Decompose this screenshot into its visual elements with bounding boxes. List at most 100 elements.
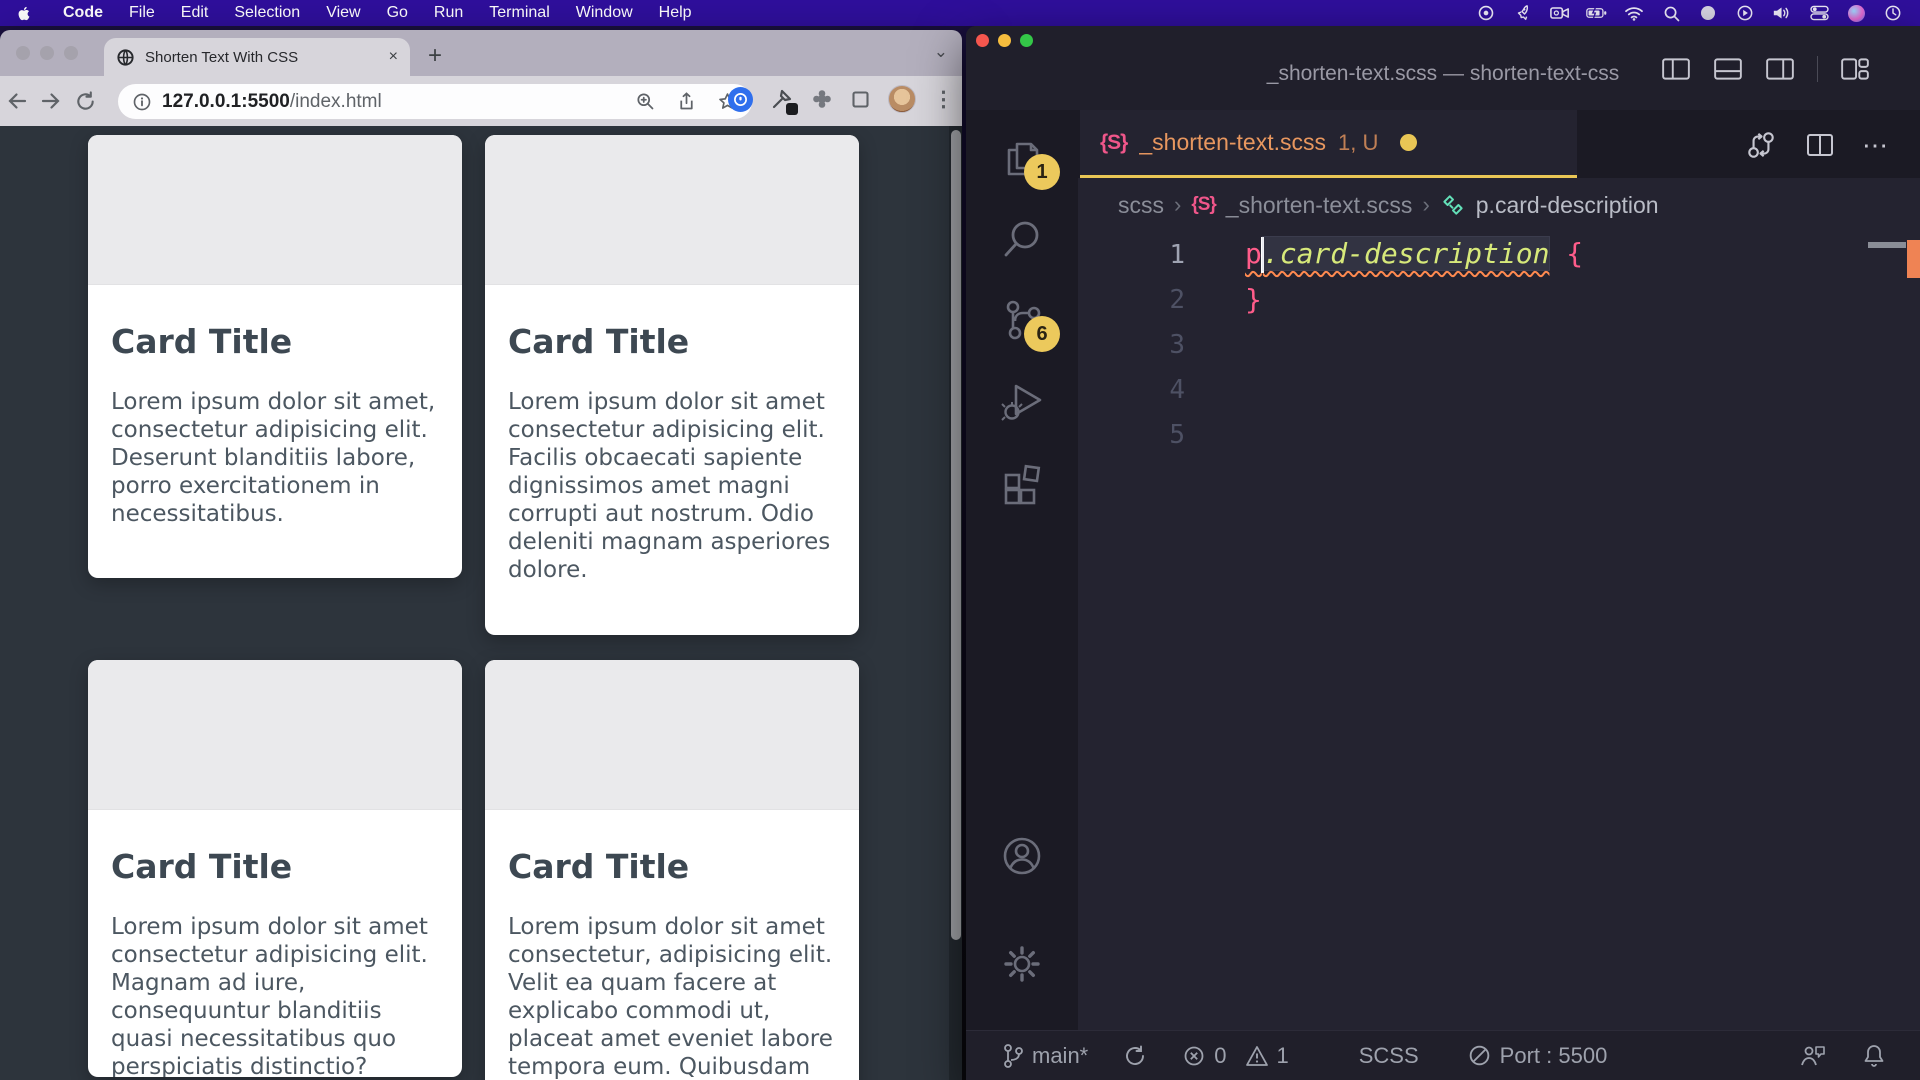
card: Card Title Lorem ipsum dolor sit amet co… bbox=[485, 660, 859, 1080]
scss-file-icon: {S} bbox=[1100, 131, 1127, 155]
bell-icon[interactable] bbox=[1862, 1043, 1886, 1069]
activity-explorer[interactable]: 1 bbox=[966, 134, 1078, 182]
window-traffic-lights-inactive[interactable] bbox=[16, 46, 78, 60]
tab-title: Shorten Text With CSS bbox=[145, 49, 379, 66]
code-line-5[interactable]: 5 bbox=[1078, 412, 1920, 457]
rocket-icon[interactable] bbox=[1512, 3, 1534, 23]
activity-extensions[interactable] bbox=[966, 458, 1078, 506]
share-icon[interactable] bbox=[676, 91, 697, 112]
square-tool-icon[interactable] bbox=[850, 89, 871, 110]
git-branch-item[interactable]: main* bbox=[1002, 1043, 1088, 1069]
screen-record-icon[interactable] bbox=[1549, 3, 1571, 23]
scrollbar-thumb[interactable] bbox=[951, 130, 961, 940]
browser-toolbar: 127.0.0.1:5500/index.html ⋮ bbox=[0, 76, 962, 126]
feedback-icon[interactable] bbox=[1798, 1043, 1826, 1069]
activity-settings[interactable] bbox=[966, 940, 1078, 988]
menu-go[interactable]: Go bbox=[374, 4, 421, 22]
live-server-port: Port : 5500 bbox=[1500, 1043, 1608, 1069]
menu-selection[interactable]: Selection bbox=[221, 4, 313, 22]
language-mode-item[interactable]: SCSS bbox=[1359, 1043, 1419, 1069]
problems-item[interactable]: 0 1 bbox=[1182, 1043, 1289, 1069]
code-line-2[interactable]: 2 } bbox=[1078, 277, 1920, 322]
url-text[interactable]: 127.0.0.1:5500/index.html bbox=[162, 91, 382, 113]
open-changes-icon[interactable] bbox=[1744, 128, 1778, 162]
siri-icon[interactable] bbox=[1845, 3, 1867, 23]
live-server-item[interactable]: Port : 5500 bbox=[1467, 1043, 1608, 1069]
overview-ruler-warning-marker bbox=[1907, 240, 1920, 278]
reload-icon[interactable] bbox=[68, 90, 102, 113]
menu-window[interactable]: Window bbox=[563, 4, 646, 22]
activity-run-debug[interactable] bbox=[966, 377, 1078, 425]
activity-source-control[interactable]: 6 bbox=[966, 296, 1078, 344]
extensions-icon bbox=[998, 458, 1046, 506]
puzzle-icon[interactable] bbox=[811, 88, 833, 110]
site-info-icon[interactable] bbox=[132, 92, 152, 112]
eyedropper-icon[interactable] bbox=[770, 87, 794, 111]
apple-menu-icon[interactable] bbox=[16, 4, 32, 23]
line-number: 1 bbox=[1078, 240, 1185, 270]
line-number: 5 bbox=[1078, 420, 1185, 450]
activity-account[interactable] bbox=[966, 832, 1078, 880]
battery-charging-icon[interactable] bbox=[1586, 3, 1608, 23]
url-bar[interactable]: 127.0.0.1:5500/index.html bbox=[118, 84, 752, 119]
wifi-icon[interactable] bbox=[1623, 3, 1645, 23]
extension-icons: ⋮ bbox=[728, 85, 954, 113]
card: Card Title Lorem ipsum dolor sit amet co… bbox=[88, 660, 462, 1077]
forward-icon[interactable] bbox=[34, 89, 68, 113]
menu-edit[interactable]: Edit bbox=[168, 4, 222, 22]
record-icon[interactable] bbox=[1475, 3, 1497, 23]
toggle-sidebar-icon[interactable] bbox=[1661, 56, 1691, 82]
control-center-icon[interactable] bbox=[1808, 3, 1830, 23]
toggle-secondary-sidebar-icon[interactable] bbox=[1765, 56, 1795, 82]
tab-close-icon[interactable]: × bbox=[389, 49, 398, 65]
close-window-button[interactable] bbox=[976, 34, 989, 47]
menu-terminal[interactable]: Terminal bbox=[476, 4, 562, 22]
zoom-icon[interactable] bbox=[635, 91, 656, 112]
zoom-window-button[interactable] bbox=[1020, 34, 1033, 47]
customize-layout-icon[interactable] bbox=[1840, 56, 1870, 82]
toggle-panel-icon[interactable] bbox=[1713, 56, 1743, 82]
account-icon bbox=[998, 832, 1046, 880]
spotlight-search-icon[interactable] bbox=[1660, 3, 1682, 23]
menu-run[interactable]: Run bbox=[421, 4, 476, 22]
source-control-badge: 6 bbox=[1024, 316, 1060, 352]
more-actions-icon[interactable]: ⋯ bbox=[1862, 130, 1890, 161]
code-line-4[interactable]: 4 bbox=[1078, 367, 1920, 412]
unsaved-changes-dot[interactable] bbox=[1400, 134, 1417, 151]
split-editor-icon[interactable] bbox=[1804, 129, 1836, 161]
volume-icon[interactable] bbox=[1771, 3, 1793, 23]
breadcrumb-folder[interactable]: scss bbox=[1118, 192, 1164, 219]
code-line-1[interactable]: 1 p.card-description { bbox=[1078, 232, 1920, 277]
clock-icon[interactable] bbox=[1882, 3, 1904, 23]
gray-dot-icon[interactable] bbox=[1697, 3, 1719, 23]
browser-menu-icon[interactable]: ⋮ bbox=[933, 87, 954, 112]
symbol-class-icon bbox=[1440, 192, 1466, 218]
editor-tab-active[interactable]: {S} _shorten-text.scss 1, U bbox=[1080, 110, 1577, 178]
new-tab-button[interactable]: + bbox=[428, 42, 442, 70]
browser-scrollbar[interactable] bbox=[949, 126, 962, 1080]
activity-search[interactable] bbox=[966, 215, 1078, 263]
menu-app-name[interactable]: Code bbox=[50, 4, 116, 22]
explorer-badge: 1 bbox=[1024, 154, 1060, 190]
code-line-3[interactable]: 3 bbox=[1078, 322, 1920, 367]
sync-changes-item[interactable] bbox=[1122, 1043, 1148, 1069]
profile-avatar[interactable] bbox=[888, 85, 916, 113]
breadcrumb-symbol[interactable]: p.card-description bbox=[1476, 192, 1659, 219]
password-manager-icon[interactable] bbox=[728, 87, 753, 112]
breadcrumb-file[interactable]: _shorten-text.scss bbox=[1226, 192, 1413, 219]
card-title: Card Title bbox=[508, 847, 836, 886]
menu-help[interactable]: Help bbox=[646, 4, 705, 22]
card-title: Card Title bbox=[111, 847, 439, 886]
minimize-window-button[interactable] bbox=[998, 34, 1011, 47]
menu-view[interactable]: View bbox=[313, 4, 373, 22]
back-icon[interactable] bbox=[0, 89, 34, 113]
browser-tab[interactable]: Shorten Text With CSS × bbox=[104, 38, 410, 76]
tab-problem-git-decorations: 1, U bbox=[1338, 130, 1378, 156]
play-circle-icon[interactable] bbox=[1734, 3, 1756, 23]
card-image-placeholder bbox=[485, 135, 859, 285]
card-description: Lorem ipsum dolor sit amet, consectetur … bbox=[111, 388, 439, 528]
menu-file[interactable]: File bbox=[116, 4, 168, 22]
code-editor[interactable]: 1 p.card-description { 2 } 3 4 5 bbox=[1078, 232, 1920, 1030]
tab-overflow-chevron-icon[interactable]: ⌄ bbox=[934, 42, 948, 62]
window-traffic-lights[interactable] bbox=[976, 34, 1033, 47]
